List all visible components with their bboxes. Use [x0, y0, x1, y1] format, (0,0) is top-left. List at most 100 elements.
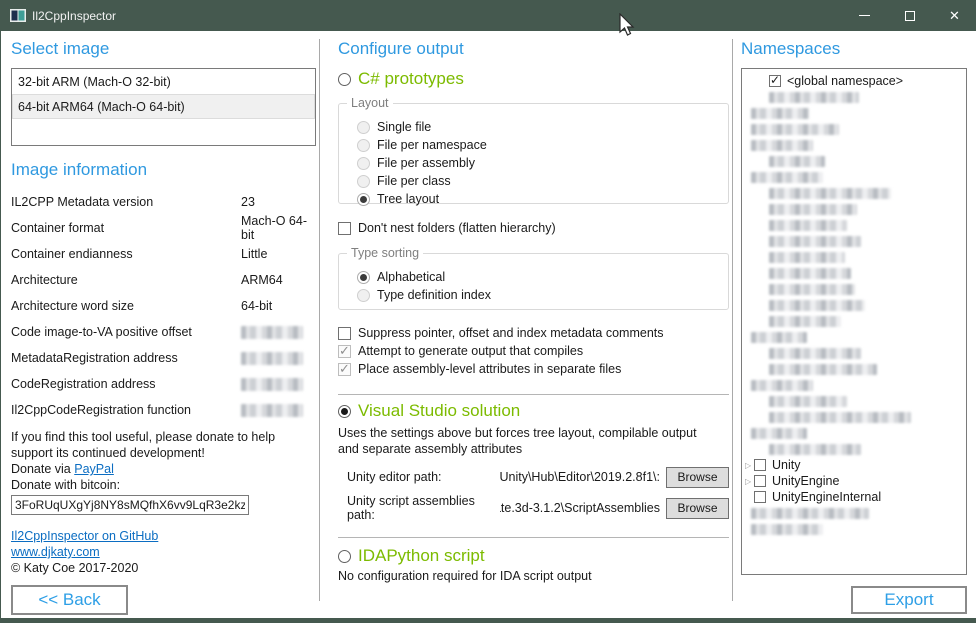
flag-checkbox-row[interactable]: ✓Place assembly-level attributes in sepa…	[338, 360, 729, 378]
github-link[interactable]: Il2CppInspector on GitHub	[11, 529, 158, 543]
idapython-radio-row[interactable]: IDAPython script	[338, 546, 729, 566]
layout-option[interactable]: File per namespace	[357, 136, 728, 154]
type-sorting-radio[interactable]	[357, 289, 370, 302]
visual-studio-radio-row[interactable]: Visual Studio solution	[338, 401, 729, 421]
redacted-namespace	[769, 188, 891, 199]
csharp-prototypes-radio[interactable]	[338, 73, 351, 86]
layout-radio[interactable]	[357, 139, 370, 152]
redacted-namespace	[769, 92, 859, 103]
namespace-row[interactable]	[742, 121, 966, 137]
check-icon: ✓	[339, 343, 350, 359]
namespace-row[interactable]	[742, 441, 966, 457]
namespace-row[interactable]	[742, 185, 966, 201]
layout-radio[interactable]	[357, 193, 370, 206]
minimize-button[interactable]	[842, 0, 887, 31]
visual-studio-radio[interactable]	[338, 405, 351, 418]
export-button[interactable]: Export	[851, 586, 967, 614]
redacted-namespace	[769, 220, 847, 231]
flag-checkbox-row[interactable]: Suppress pointer, offset and index metad…	[338, 324, 729, 342]
namespace-checkbox[interactable]	[754, 459, 766, 471]
idapython-radio[interactable]	[338, 550, 351, 563]
idapython-description: No configuration required for IDA script…	[338, 569, 729, 583]
layout-option[interactable]: File per assembly	[357, 154, 728, 172]
namespace-checkbox[interactable]	[754, 475, 766, 487]
redacted-namespace	[751, 524, 823, 535]
paypal-link[interactable]: PayPal	[74, 462, 114, 476]
namespace-row[interactable]: UnityEngineInternal	[742, 489, 966, 505]
namespace-row[interactable]	[742, 329, 966, 345]
layout-option[interactable]: File per class	[357, 172, 728, 190]
namespace-row[interactable]	[742, 521, 966, 537]
type-sorting-option-label: Alphabetical	[377, 270, 445, 284]
namespace-row[interactable]	[742, 393, 966, 409]
layout-radio[interactable]	[357, 175, 370, 188]
column-divider-right	[732, 39, 733, 601]
layout-radio[interactable]	[357, 121, 370, 134]
namespace-row[interactable]	[742, 137, 966, 153]
namespace-row[interactable]	[742, 377, 966, 393]
layout-radio[interactable]	[357, 157, 370, 170]
redacted-value	[241, 404, 303, 417]
namespace-row[interactable]	[742, 249, 966, 265]
dont-nest-checkbox[interactable]	[338, 222, 351, 235]
namespace-row[interactable]	[742, 281, 966, 297]
redacted-value	[241, 378, 303, 391]
namespace-row[interactable]	[742, 265, 966, 281]
type-sorting-radio[interactable]	[357, 271, 370, 284]
image-listbox[interactable]: 32-bit ARM (Mach-O 32-bit)64-bit ARM64 (…	[11, 68, 316, 146]
back-button[interactable]: << Back	[11, 585, 128, 615]
namespace-row[interactable]	[742, 201, 966, 217]
namespaces-tree[interactable]: ✓<global namespace> ▷Unity▷UnityEngineUni…	[741, 68, 967, 575]
unity-editor-browse-button[interactable]: Browse	[666, 467, 729, 488]
image-info-label: Container endianness	[11, 247, 241, 261]
flag-checkbox[interactable]: ✓	[338, 363, 351, 376]
image-info-label: Container format	[11, 221, 241, 235]
namespace-row[interactable]	[742, 409, 966, 425]
csharp-prototypes-radio-row[interactable]: C# prototypes	[338, 69, 729, 89]
redacted-namespace	[751, 380, 813, 391]
layout-option[interactable]: Single file	[357, 118, 728, 136]
layout-option[interactable]: Tree layout	[357, 190, 728, 208]
namespace-row[interactable]	[742, 105, 966, 121]
image-list-item[interactable]: 64-bit ARM64 (Mach-O 64-bit)	[12, 94, 315, 119]
namespace-row[interactable]	[742, 425, 966, 441]
expander-icon[interactable]: ▷	[745, 461, 754, 470]
namespace-row[interactable]	[742, 217, 966, 233]
close-icon: ✕	[949, 9, 960, 22]
namespace-row[interactable]	[742, 169, 966, 185]
namespace-row[interactable]	[742, 505, 966, 521]
configure-output-header: Configure output	[338, 39, 729, 59]
type-sorting-option[interactable]: Type definition index	[357, 286, 728, 304]
namespace-row[interactable]	[742, 233, 966, 249]
image-info-row: Architecture word size64-bit	[11, 293, 316, 319]
namespace-row[interactable]	[742, 345, 966, 361]
namespace-label: UnityEngineInternal	[772, 490, 881, 504]
redacted-namespace	[751, 108, 809, 119]
namespace-row[interactable]: ✓<global namespace>	[742, 73, 966, 89]
redacted-namespace	[769, 412, 911, 423]
redacted-value	[241, 352, 303, 365]
namespace-row[interactable]	[742, 89, 966, 105]
window-title: Il2CppInspector	[32, 9, 116, 23]
namespace-row[interactable]	[742, 313, 966, 329]
flag-checkbox-row[interactable]: ✓Attempt to generate output that compile…	[338, 342, 729, 360]
namespace-row[interactable]: ▷Unity	[742, 457, 966, 473]
namespace-row[interactable]	[742, 153, 966, 169]
bitcoin-address-field[interactable]	[11, 495, 249, 515]
namespace-row[interactable]: ▷UnityEngine	[742, 473, 966, 489]
website-link[interactable]: www.djkaty.com	[11, 545, 100, 559]
flag-checkbox[interactable]: ✓	[338, 345, 351, 358]
namespace-row[interactable]	[742, 297, 966, 313]
namespace-checkbox[interactable]: ✓	[769, 75, 781, 87]
namespace-checkbox[interactable]	[754, 491, 766, 503]
maximize-button[interactable]	[887, 0, 932, 31]
namespace-row[interactable]	[742, 361, 966, 377]
expander-icon[interactable]: ▷	[745, 477, 754, 486]
type-sorting-option[interactable]: Alphabetical	[357, 268, 728, 286]
image-info-label: Architecture	[11, 273, 241, 287]
close-button[interactable]: ✕	[932, 0, 976, 31]
flag-checkbox[interactable]	[338, 327, 351, 340]
dont-nest-checkbox-row[interactable]: Don't nest folders (flatten hierarchy)	[338, 219, 729, 237]
unity-script-browse-button[interactable]: Browse	[666, 498, 729, 519]
image-list-item[interactable]: 32-bit ARM (Mach-O 32-bit)	[12, 69, 315, 94]
